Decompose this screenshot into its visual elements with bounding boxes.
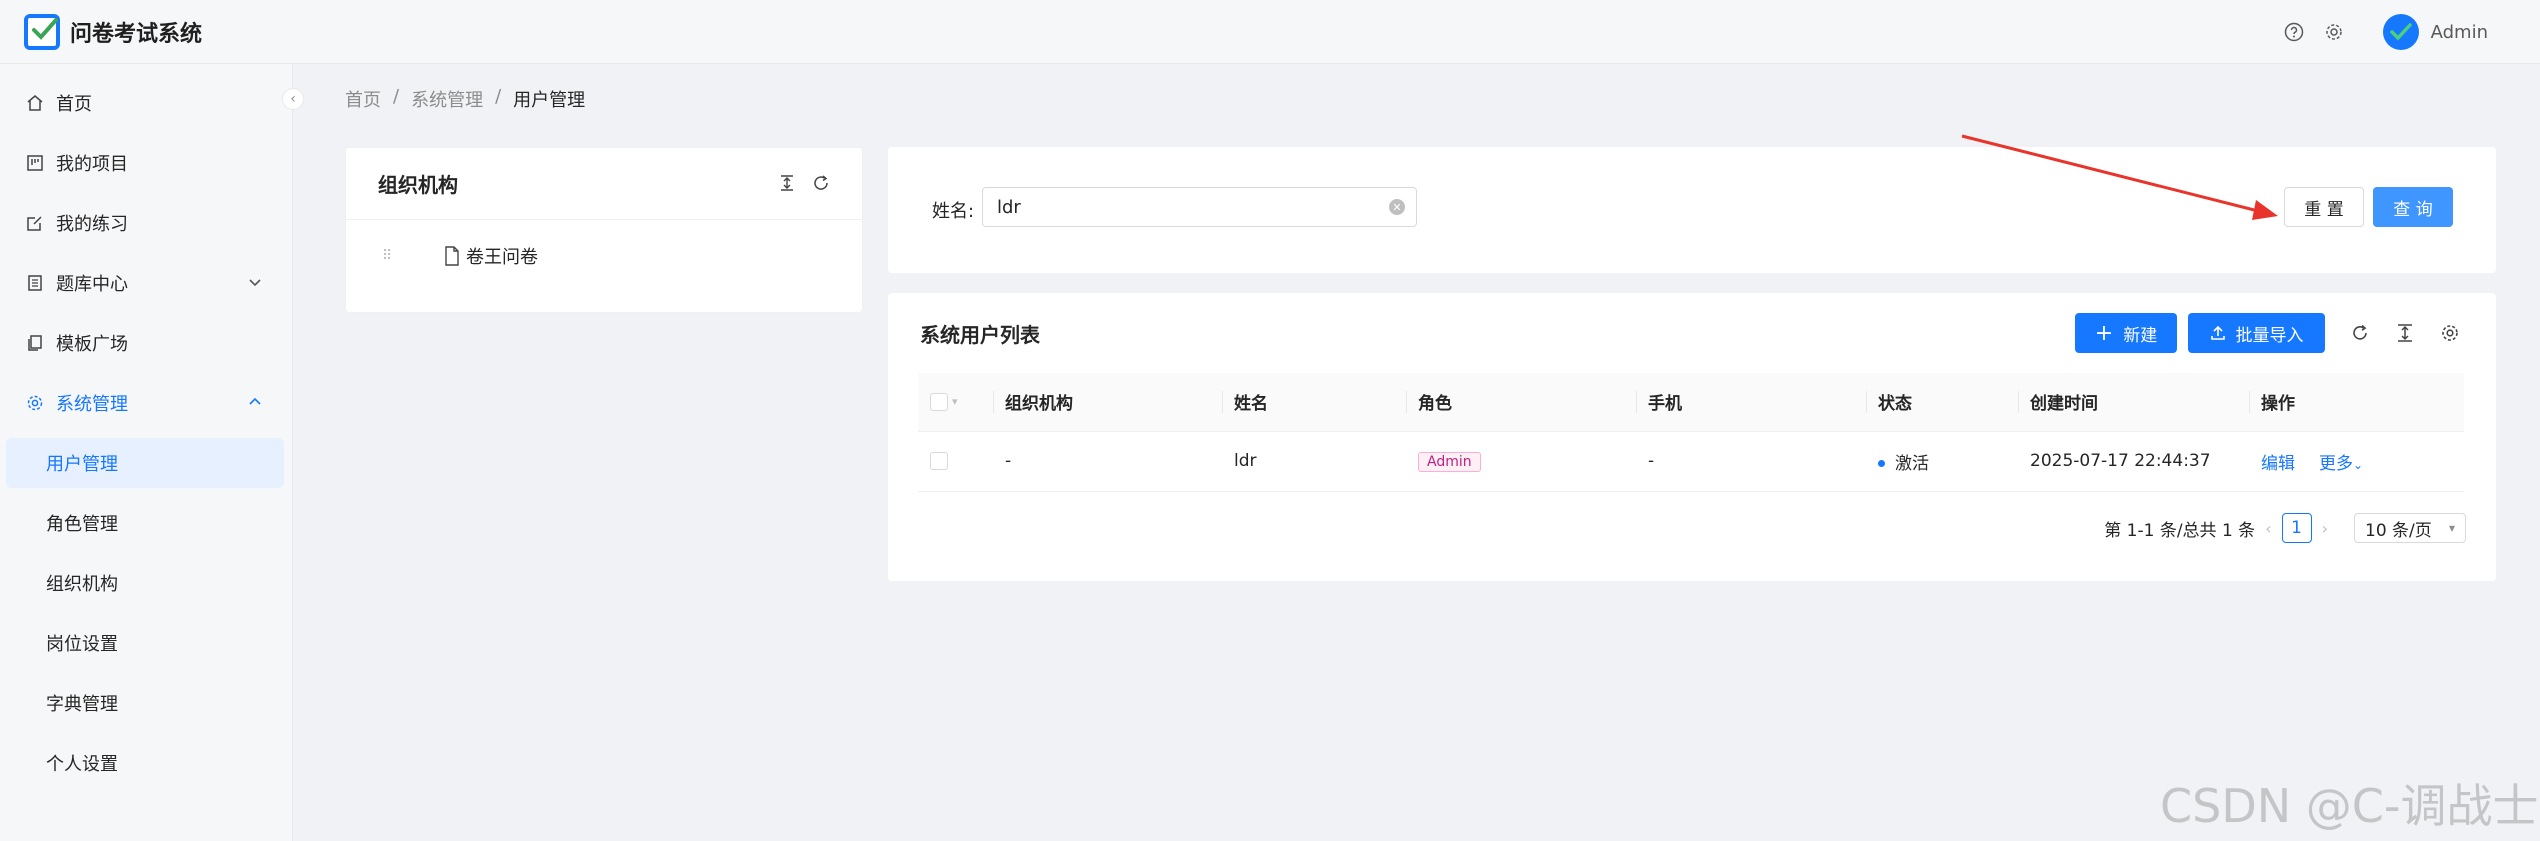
copy-icon <box>26 334 44 352</box>
users-table: ▾ 组织机构 姓名 角色 手机 状态 创建时间 操作 - ldr Admin -… <box>918 373 2464 492</box>
sidebar-item-home[interactable]: 首页 <box>0 78 293 128</box>
chevron-up-icon <box>247 393 263 415</box>
plus-icon: + <box>2094 320 2114 346</box>
reload-icon[interactable] <box>2348 321 2372 345</box>
cell-status: 激活 <box>1866 431 2018 492</box>
org-tree-panel: 组织机构 ⠿ 卷王问卷 <box>345 147 863 313</box>
next-page-icon[interactable]: › <box>2322 519 2328 538</box>
top-header: 问卷考试系统 Admin <box>0 0 2540 64</box>
query-button[interactable]: 查 询 <box>2373 187 2453 227</box>
more-link[interactable]: 更多⌄ <box>2319 454 2363 474</box>
select-all-cell: ▾ <box>918 373 993 432</box>
name-search-input[interactable] <box>982 187 1417 227</box>
status-badge: 激活 <box>1895 453 1929 474</box>
annotation-arrow-icon <box>1961 134 2278 220</box>
settings-icon[interactable] <box>2323 21 2345 43</box>
row-checkbox[interactable] <box>930 452 948 470</box>
table-title: 系统用户列表 <box>920 323 1040 347</box>
sidebar-item-question-bank[interactable]: 题库中心 <box>0 258 293 308</box>
col-org[interactable]: 组织机构 <box>993 373 1222 432</box>
watermark: CSDN @C-调战士 <box>2160 779 2539 833</box>
column-settings-icon[interactable] <box>2438 321 2462 345</box>
prev-page-icon[interactable]: ‹ <box>2265 519 2271 538</box>
cell-created: 2025-07-17 22:44:37 <box>2018 431 2249 492</box>
batch-import-button[interactable]: 批量导入 <box>2188 313 2325 353</box>
col-name[interactable]: 姓名 <box>1222 373 1406 432</box>
name-label: 姓名: <box>932 201 975 222</box>
sidebar-item-positions[interactable]: 岗位设置 <box>6 618 284 668</box>
upload-icon <box>2210 325 2226 341</box>
pagination: 第 1-1 条/总共 1 条 ‹ 1 › 10 条/页 ▾ <box>2104 513 2466 543</box>
app-logo[interactable]: 问卷考试系统 <box>24 13 203 50</box>
pagination-summary: 第 1-1 条/总共 1 条 <box>2104 520 2256 541</box>
col-actions: 操作 <box>2249 373 2464 432</box>
col-status[interactable]: 状态 <box>1866 373 2018 432</box>
col-phone[interactable]: 手机 <box>1636 373 1866 432</box>
chevron-down-icon[interactable]: ▾ <box>952 395 958 408</box>
list-icon <box>26 274 44 292</box>
breadcrumb-current: 用户管理 <box>513 90 586 111</box>
app-title: 问卷考试系统 <box>70 21 203 47</box>
collapse-sidebar-button[interactable]: ‹ <box>282 88 304 110</box>
user-name[interactable]: Admin <box>2431 22 2488 43</box>
cell-phone: - <box>1636 431 1866 492</box>
cell-name: ldr <box>1222 431 1406 492</box>
select-all-checkbox[interactable] <box>930 392 948 411</box>
col-role[interactable]: 角色 <box>1406 373 1636 432</box>
sidebar-item-personal-settings[interactable]: 个人设置 <box>6 738 284 788</box>
chevron-down-icon: ▾ <box>2448 521 2455 535</box>
tree-node[interactable]: ⠿ 卷王问卷 <box>382 243 538 269</box>
sidebar-item-practice[interactable]: 我的练习 <box>0 198 293 248</box>
sidebar-item-role-management[interactable]: 角色管理 <box>6 498 284 548</box>
project-icon <box>26 154 44 172</box>
refresh-icon[interactable] <box>810 172 832 194</box>
page-size-select[interactable]: 10 条/页 ▾ <box>2354 513 2466 543</box>
help-icon[interactable] <box>2283 21 2305 43</box>
breadcrumb-home[interactable]: 首页 <box>345 86 381 112</box>
col-created[interactable]: 创建时间 <box>2018 373 2249 432</box>
cell-role: Admin <box>1406 431 1636 492</box>
home-icon <box>26 94 44 112</box>
sidebar-item-organization[interactable]: 组织机构 <box>6 558 284 608</box>
logo-check-icon <box>24 13 60 50</box>
table-row: - ldr Admin - 激活 2025-07-17 22:44:37 编辑 更… <box>918 431 2464 492</box>
tree-node-label: 卷王问卷 <box>466 247 538 268</box>
breadcrumb: 首页 / 系统管理 / 用户管理 <box>345 86 586 112</box>
avatar[interactable] <box>2382 14 2419 50</box>
cell-actions: 编辑 更多⌄ <box>2249 431 2464 492</box>
chevron-down-icon <box>247 273 263 295</box>
collapse-all-icon[interactable] <box>776 172 798 194</box>
page-1-button[interactable]: 1 <box>2281 513 2312 543</box>
sidebar-item-dictionary[interactable]: 字典管理 <box>6 678 284 728</box>
edit-icon <box>26 214 44 232</box>
org-panel-title: 组织机构 <box>378 173 458 197</box>
user-table-panel: 系统用户列表 + 新建 批量导入 ▾ 组织机构 姓名 角色 手机 状态 创建时间… <box>888 293 2496 581</box>
edit-link[interactable]: 编辑 <box>2261 454 2295 474</box>
sidebar-item-projects[interactable]: 我的项目 <box>0 138 293 188</box>
status-dot <box>1878 460 1885 467</box>
new-user-button[interactable]: + 新建 <box>2075 313 2177 353</box>
cell-org: - <box>993 431 1222 492</box>
sidebar-item-system[interactable]: 系统管理 <box>0 378 293 428</box>
chevron-down-icon: ⌄ <box>2353 457 2364 472</box>
file-icon <box>444 246 460 266</box>
clear-icon[interactable]: ✕ <box>1389 199 1405 215</box>
sidebar-item-user-management[interactable]: 用户管理 <box>6 438 284 488</box>
table-header-row: ▾ 组织机构 姓名 角色 手机 状态 创建时间 操作 <box>918 373 2464 432</box>
breadcrumb-section[interactable]: 系统管理 <box>411 86 483 112</box>
density-icon[interactable] <box>2393 321 2417 345</box>
role-tag: Admin <box>1418 451 1481 472</box>
gear-icon <box>26 394 44 412</box>
reset-button[interactable]: 重 置 <box>2284 187 2364 227</box>
sidebar-item-templates[interactable]: 模板广场 <box>0 318 293 368</box>
drag-handle-icon[interactable]: ⠿ <box>382 248 402 264</box>
